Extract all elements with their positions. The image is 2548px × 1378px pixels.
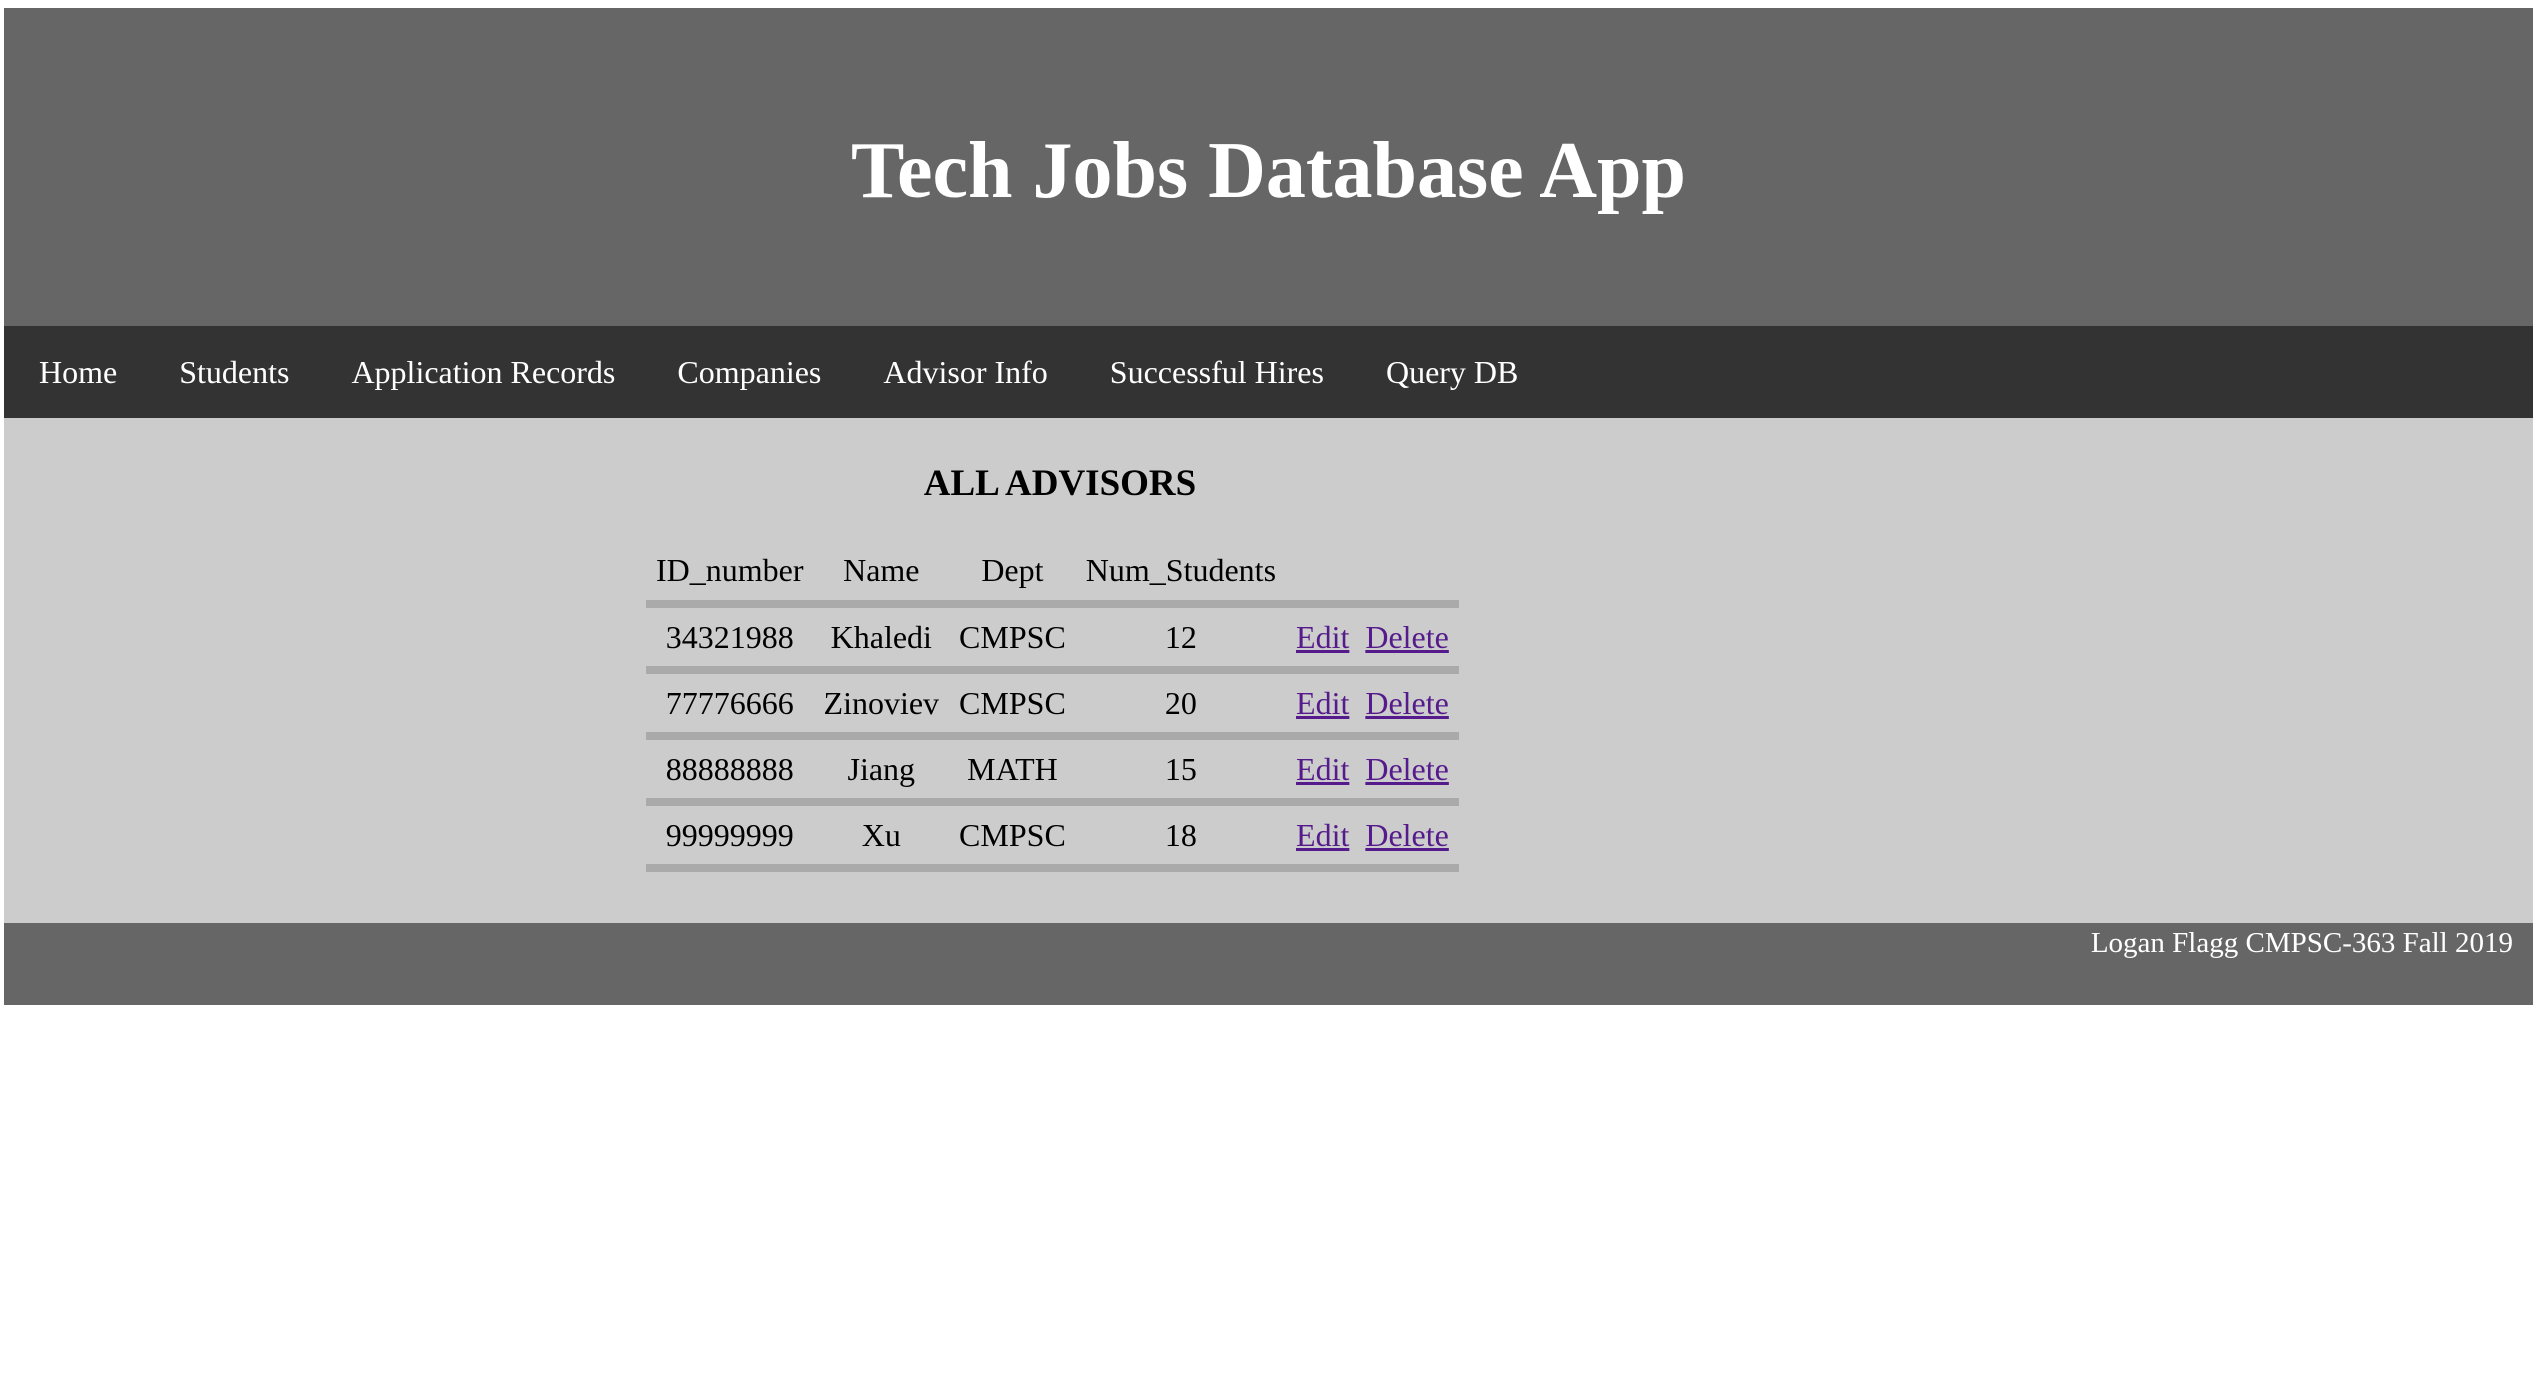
cell-actions: Edit Delete (1286, 608, 1459, 674)
table-header-row: ID_number Name Dept Num_Students (646, 540, 1459, 608)
table-row: 88888888 Jiang MATH 15 Edit Delete (646, 740, 1459, 806)
nav-advisor-info[interactable]: Advisor Info (852, 354, 1078, 391)
nav-home[interactable]: Home (8, 354, 148, 391)
nav-application-records[interactable]: Application Records (320, 354, 646, 391)
cell-dept: CMPSC (949, 674, 1076, 740)
column-header-num-students: Num_Students (1075, 540, 1287, 608)
nav-students[interactable]: Students (148, 354, 320, 391)
column-header-name: Name (813, 540, 950, 608)
cell-id-number: 99999999 (646, 806, 814, 872)
edit-link[interactable]: Edit (1296, 751, 1349, 787)
page-heading: ALL ADVISORS (923, 463, 1197, 504)
column-header-dept: Dept (949, 540, 1076, 608)
edit-link[interactable]: Edit (1296, 685, 1349, 721)
column-header-id-number: ID_number (646, 540, 814, 608)
site-footer: Logan Flagg CMPSC-363 Fall 2019 (4, 923, 2533, 1005)
table-row: 34321988 Khaledi CMPSC 12 Edit Delete (646, 608, 1459, 674)
cell-num-students: 20 (1075, 674, 1287, 740)
edit-link[interactable]: Edit (1296, 619, 1349, 655)
cell-id-number: 88888888 (646, 740, 814, 806)
footer-credit: Logan Flagg CMPSC-363 Fall 2019 (2090, 927, 2513, 959)
cell-num-students: 12 (1075, 608, 1287, 674)
cell-dept: CMPSC (949, 608, 1076, 674)
site-header: Tech Jobs Database App (4, 8, 2533, 326)
page: Tech Jobs Database App Home Students App… (4, 8, 2533, 1005)
app-title: Tech Jobs Database App (850, 126, 1687, 215)
cell-dept: CMPSC (949, 806, 1076, 872)
table-row: 99999999 Xu CMPSC 18 Edit Delete (646, 806, 1459, 872)
delete-link[interactable]: Delete (1365, 751, 1449, 787)
cell-name: Khaledi (813, 608, 950, 674)
nav-companies[interactable]: Companies (646, 354, 852, 391)
cell-id-number: 77776666 (646, 674, 814, 740)
cell-name: Zinoviev (813, 674, 950, 740)
cell-actions: Edit Delete (1286, 674, 1459, 740)
delete-link[interactable]: Delete (1365, 619, 1449, 655)
column-header-actions (1286, 540, 1459, 608)
cell-id-number: 34321988 (646, 608, 814, 674)
main-content: ALL ADVISORS ID_number Name Dept Num_Stu… (4, 418, 2533, 923)
cell-actions: Edit Delete (1286, 806, 1459, 872)
delete-link[interactable]: Delete (1365, 685, 1449, 721)
advisors-table: ID_number Name Dept Num_Students 3432198… (646, 540, 1459, 872)
nav-query-db[interactable]: Query DB (1355, 354, 1549, 391)
cell-dept: MATH (949, 740, 1076, 806)
delete-link[interactable]: Delete (1365, 817, 1449, 853)
cell-num-students: 18 (1075, 806, 1287, 872)
edit-link[interactable]: Edit (1296, 817, 1349, 853)
cell-num-students: 15 (1075, 740, 1287, 806)
cell-name: Jiang (813, 740, 950, 806)
nav-successful-hires[interactable]: Successful Hires (1079, 354, 1355, 391)
nav-bar: Home Students Application Records Compan… (4, 326, 2533, 418)
cell-actions: Edit Delete (1286, 740, 1459, 806)
cell-name: Xu (813, 806, 950, 872)
table-row: 77776666 Zinoviev CMPSC 20 Edit Delete (646, 674, 1459, 740)
